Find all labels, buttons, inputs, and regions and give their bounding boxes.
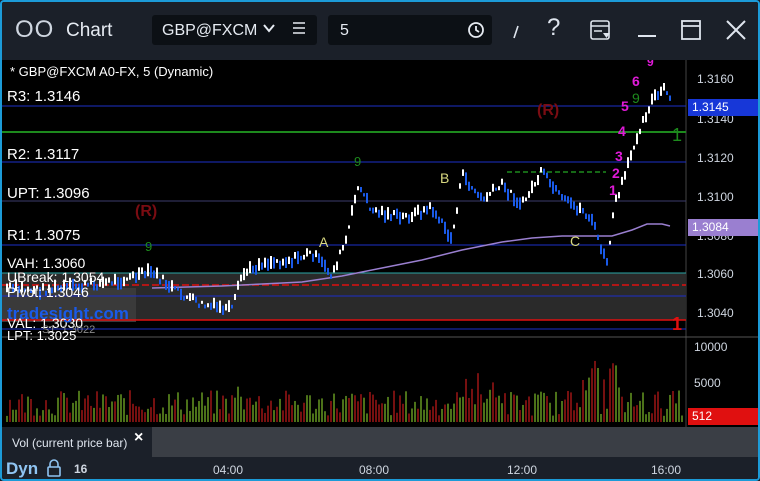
annotation-one-green: 1 [672, 125, 682, 145]
level-upt: UPT: 1.3096 [7, 185, 90, 202]
volume-tick: 5000 [694, 376, 721, 390]
dynamic-mode-label[interactable]: Dyn [6, 459, 38, 479]
level-ubreak: UBreak: 1.3054 [7, 269, 105, 285]
time-label: 08:00 [359, 463, 390, 477]
symbol-selector[interactable]: GBP@FXCM [152, 15, 317, 45]
volume-panel-tab[interactable]: Vol (current price bar) × [2, 427, 152, 457]
level-pivot: Pivot: 1.3046 [7, 284, 89, 300]
close-icon[interactable] [724, 18, 748, 48]
price-tick: 1.3160 [697, 72, 734, 86]
seq-3: 3 [615, 148, 623, 164]
ma-price-tag: 1.3084 [688, 219, 758, 236]
close-volume-panel-icon[interactable]: × [134, 429, 143, 447]
interval-selector[interactable]: 5 [328, 15, 492, 45]
annotation-nine-green-top: 9 [632, 90, 640, 106]
help-icon[interactable]: ? [544, 14, 566, 46]
title-bar: OO Chart GBP@FXCM 5 ? [2, 2, 758, 60]
level-r1: R1: 1.3075 [7, 227, 81, 244]
interval-value[interactable]: 5 [340, 22, 349, 40]
level-r3: R3: 1.3146 [7, 88, 81, 105]
price-tick: 1.3100 [697, 190, 734, 204]
volume-bars [6, 360, 683, 422]
level-lpt: LPT: 1.3025 [7, 328, 77, 343]
annotation-a-1: A [319, 234, 329, 250]
volume-panel-label: Vol (current price bar) [12, 436, 128, 450]
price-chart-svg: (R) (R) A B C 9 9 9 1 1 1 2 3 4 5 6 9 [2, 60, 758, 427]
menu-icon[interactable] [292, 19, 306, 42]
annotation-r-right: (R) [537, 102, 559, 119]
annotation-b: B [440, 170, 449, 186]
panel-strip [152, 427, 758, 457]
level-r2: R2: 1.3117 [7, 146, 80, 163]
maximize-icon[interactable] [679, 18, 703, 48]
template-icon[interactable] [589, 18, 613, 48]
annotation-nine-green-left: 9 [145, 239, 152, 254]
seq-5: 5 [621, 98, 629, 114]
seq-9: 9 [647, 60, 654, 69]
current-volume-tag: 512 [688, 408, 758, 425]
annotation-nine-green: 9 [354, 154, 361, 169]
chart-app-icon: OO [15, 16, 55, 43]
time-axis-bar: Dyn 16 04:00 08:00 12:00 16:00 [2, 457, 758, 479]
seq-1: 1 [609, 182, 617, 198]
seq-4: 4 [618, 123, 626, 139]
price-chart-panel[interactable]: (R) (R) A B C 9 9 9 1 1 1 2 3 4 5 6 9 * … [2, 60, 758, 427]
time-label: 04:00 [213, 463, 244, 477]
time-label: 16:00 [651, 463, 682, 477]
annotation-one-red: 1 [672, 314, 682, 334]
chevron-down-icon[interactable] [262, 21, 276, 38]
price-tick: 1.3060 [697, 267, 734, 281]
time-label: 12:00 [507, 463, 538, 477]
symbol-value[interactable]: GBP@FXCM [162, 22, 257, 40]
minimize-icon[interactable] [635, 18, 659, 48]
date-label: 16 [74, 462, 88, 476]
annotation-r-left: (R) [135, 203, 157, 220]
seq-6: 6 [632, 73, 640, 89]
annotation-c: C [570, 233, 580, 249]
clock-icon[interactable] [467, 21, 485, 44]
price-tick: 1.3120 [697, 151, 734, 165]
chart-window: OO Chart GBP@FXCM 5 ? (R) (R) A B C 9 9 … [0, 0, 760, 481]
current-price-tag: 1.3145 [688, 99, 758, 116]
seq-2: 2 [612, 165, 620, 181]
window-title: Chart [66, 20, 113, 41]
svg-text:?: ? [547, 14, 560, 40]
watermark: tradesight.com [7, 304, 129, 323]
price-tick: 1.3040 [697, 306, 734, 320]
volume-tick: 10000 [694, 340, 728, 354]
chart-legend: * GBP@FXCM A0-FX, 5 (Dynamic) [10, 64, 214, 79]
lock-icon[interactable] [46, 459, 62, 479]
pen-icon[interactable] [510, 20, 522, 48]
